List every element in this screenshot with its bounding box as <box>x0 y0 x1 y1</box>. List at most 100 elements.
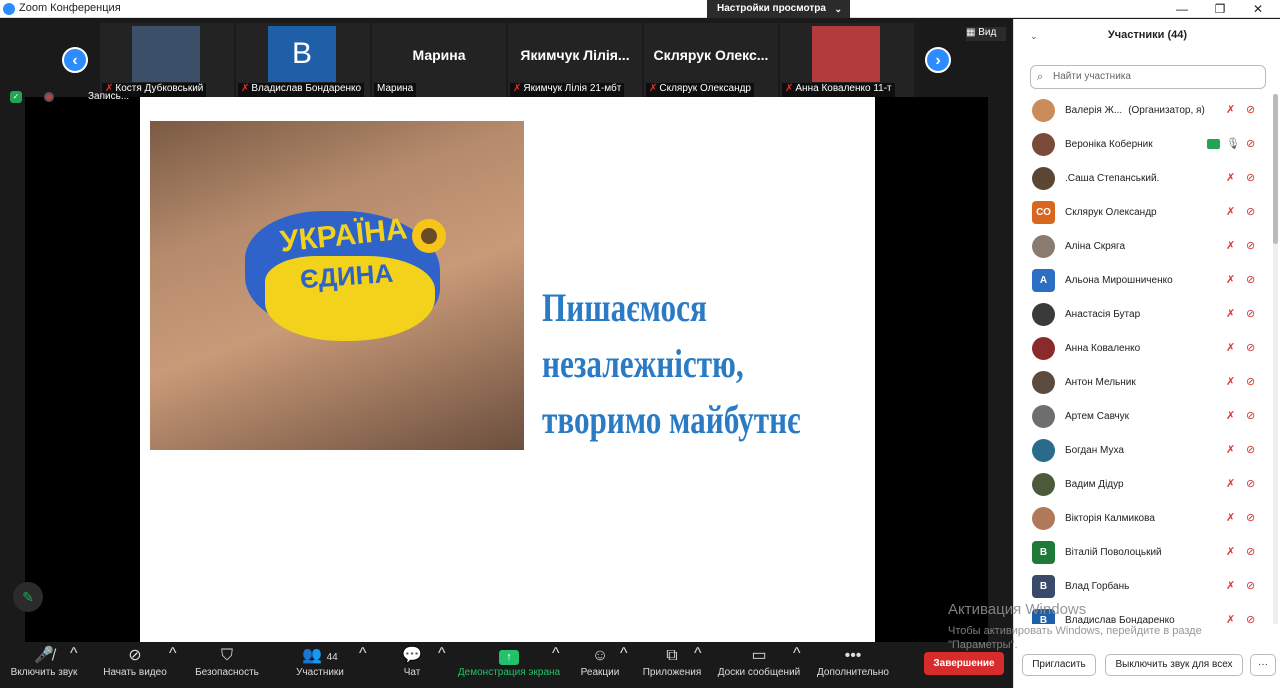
panel-more-button[interactable]: ··· <box>1250 654 1276 676</box>
participant-row[interactable]: Вікторія Калмикова ✗ ⊘ <box>1014 502 1272 536</box>
security-label: Безопасность <box>195 667 259 678</box>
security-button[interactable]: ⛉ Безопасность <box>190 645 264 687</box>
mute-all-button[interactable]: Выключить звук для всех <box>1105 654 1243 676</box>
start-video-button[interactable]: ⊘ Начать видео <box>98 645 172 687</box>
participant-row[interactable]: СО Склярук Олександр ✗ ⊘ <box>1014 196 1272 230</box>
video-tile[interactable]: ✗ Анна Коваленко 11-т <box>780 23 914 97</box>
participant-row[interactable]: В Віталій Поволоцький ✗ ⊘ <box>1014 536 1272 570</box>
avatar <box>1032 99 1055 122</box>
tile-name-large: Марина <box>412 47 466 63</box>
scrollbar-thumb[interactable] <box>1273 94 1278 244</box>
video-tile[interactable]: ✗ Костя Дубковський <box>100 23 234 97</box>
close-button[interactable]: ✕ <box>1240 0 1276 18</box>
participant-name: Вікторія Калмикова <box>1065 513 1155 524</box>
grid-icon: ▦ <box>966 27 976 38</box>
reactions-smile-icon: ☺ <box>591 647 609 664</box>
avatar <box>1032 473 1055 496</box>
share-screen-button[interactable]: ↑ Демонстрация экрана <box>452 645 566 687</box>
avatar: А <box>1032 269 1055 292</box>
tile-avatar: B <box>268 26 336 82</box>
view-settings-button[interactable]: Настройки просмотра ⌄ <box>707 0 850 18</box>
view-button[interactable]: ▦ Вид <box>966 27 1006 41</box>
security-shield-icon[interactable]: ✓ <box>10 91 22 103</box>
recording-label[interactable]: Запись... <box>88 91 129 102</box>
mic-muted-icon: ✗ <box>513 83 522 94</box>
participant-name: Віталій Поволоцький <box>1065 547 1162 558</box>
participant-list-scrollbar[interactable] <box>1273 94 1278 624</box>
avatar <box>1032 507 1055 530</box>
participant-row[interactable]: Вадим Дідур ✗ ⊘ <box>1014 468 1272 502</box>
tile-name-large: Якимчук Лілія... <box>520 47 630 63</box>
participant-row[interactable]: Вероніка Коберник 🎙 ⊘ <box>1014 128 1272 162</box>
annotate-pencil-icon[interactable]: ✎ <box>13 582 43 612</box>
gallery-strip: ‹ ✗ Костя Дубковський B ✗ Владислав Бондарен… <box>0 19 1013 97</box>
more-button[interactable]: ••• Дополнительно <box>814 645 892 687</box>
participant-row[interactable]: Богдан Муха ✗ ⊘ <box>1014 434 1272 468</box>
shield-icon: ⛉ <box>220 647 233 664</box>
camera-off-icon: ⊘ <box>1246 240 1256 252</box>
whiteboards-chevron-icon[interactable]: ^ <box>793 645 801 687</box>
camera-off-icon: ⊘ <box>1246 546 1256 558</box>
restore-button[interactable]: ❐ <box>1202 0 1238 18</box>
participant-role: (Организатор, я) <box>1128 105 1205 116</box>
participant-row[interactable]: Анастасія Бутар ✗ ⊘ <box>1014 298 1272 332</box>
tile-avatar <box>132 26 200 82</box>
camera-off-icon: ⊘ <box>1246 308 1256 320</box>
camera-off-icon: ⊘ <box>1246 206 1256 218</box>
avatar <box>1032 371 1055 394</box>
share-chevron-icon[interactable]: ^ <box>552 645 560 687</box>
share-screen-icon: ↑ <box>452 645 566 667</box>
participants-button[interactable]: 👥 44 Участники <box>288 645 352 687</box>
participant-name-wrap: Анна Коваленко <box>1065 343 1140 354</box>
avatar <box>1032 337 1055 360</box>
slide-line-1: Пишаємося <box>542 285 707 330</box>
participants-chevron-icon[interactable]: ^ <box>359 645 367 687</box>
participant-name: .Саша Степанський. <box>1065 173 1160 184</box>
gallery-next-button[interactable]: › <box>925 47 951 73</box>
tile-avatar <box>812 26 880 82</box>
participant-name-wrap: .Саша Степанський. <box>1065 173 1159 184</box>
video-options-chevron-icon[interactable]: ^ <box>169 645 177 687</box>
search-icon: ⌕ <box>1037 71 1044 83</box>
participants-count: 44 <box>326 652 338 663</box>
video-tile[interactable]: Склярук Олекс... ✗ Склярук Олександр <box>644 23 778 97</box>
participant-row[interactable]: Аліна Скряга ✗ ⊘ <box>1014 230 1272 264</box>
whiteboards-button[interactable]: ▭ Доски сообщений <box>714 645 804 687</box>
participant-row[interactable]: В Влад Горбань ✗ ⊘ <box>1014 570 1272 604</box>
participant-row[interactable]: .Саша Степанський. ✗ ⊘ <box>1014 162 1272 196</box>
participant-name: Альона Мирошниченко <box>1065 275 1173 286</box>
tile-name-large: Склярук Олекс... <box>653 47 769 63</box>
meeting-area: ‹ ✗ Костя Дубковський B ✗ Владислав Бондарен… <box>0 19 1013 688</box>
avatar: В <box>1032 541 1055 564</box>
end-meeting-button[interactable]: Завершение <box>924 652 1004 675</box>
chat-chevron-icon[interactable]: ^ <box>438 645 446 687</box>
participant-row[interactable]: А Альона Мирошниченко ✗ ⊘ <box>1014 264 1272 298</box>
participant-name: Анастасія Бутар <box>1065 309 1141 320</box>
reactions-button[interactable]: ☺ Реакции <box>576 645 624 687</box>
video-tile[interactable]: Якимчук Лілія... ✗ Якимчук Лілія 21-мбт <box>508 23 642 97</box>
participant-row[interactable]: Анна Коваленко ✗ ⊘ <box>1014 332 1272 366</box>
audio-options-chevron-icon[interactable]: ^ <box>70 645 78 687</box>
more-label: Дополнительно <box>817 667 889 678</box>
participant-row[interactable]: Артем Савчук ✗ ⊘ <box>1014 400 1272 434</box>
participant-row[interactable]: Валерія Ж... (Организатор, я) ✗ ⊘ <box>1014 94 1272 128</box>
tile-label: Якимчук Лілія 21-мбт <box>523 83 622 94</box>
chat-button[interactable]: 💬 Чат <box>392 645 432 687</box>
tile-caption: ✗ Якимчук Лілія 21-мбт <box>510 83 625 97</box>
camera-off-icon: ⊘ <box>1246 104 1256 116</box>
video-tile[interactable]: B ✗ Владислав Бондаренко <box>236 23 370 97</box>
sunflower-icon <box>412 219 446 253</box>
avatar <box>1032 439 1055 462</box>
minimize-button[interactable]: — <box>1164 0 1200 18</box>
video-tile[interactable]: Марина Марина <box>372 23 506 97</box>
start-video-label: Начать видео <box>103 667 167 678</box>
participant-row[interactable]: Антон Мельник ✗ ⊘ <box>1014 366 1272 400</box>
gallery-prev-button[interactable]: ‹ <box>62 47 88 73</box>
slide-line-3: творимо майбутнє <box>542 397 801 442</box>
reactions-chevron-icon[interactable]: ^ <box>620 645 628 687</box>
invite-button[interactable]: Пригласить <box>1022 654 1096 676</box>
apps-chevron-icon[interactable]: ^ <box>694 645 702 687</box>
participant-search-input[interactable]: ⌕ Найти участника <box>1030 65 1266 89</box>
camera-off-icon: ⊘ <box>1246 478 1256 490</box>
tile-label: Владислав Бондаренко <box>251 83 362 94</box>
